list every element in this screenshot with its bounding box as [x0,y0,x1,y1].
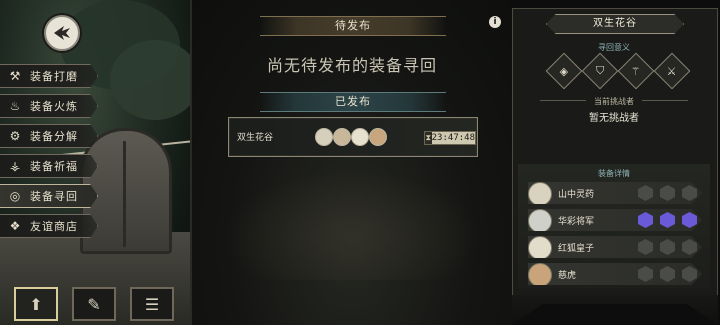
gear-row[interactable]: 红狐皇子 [528,236,702,258]
avatar [315,128,333,146]
avatar [528,182,552,204]
divider [642,100,688,101]
retrieve-center-panel: 待发布 尚无待发布的装备寻回 已发布 [190,0,512,325]
challenger-value: 暂无挑战者 [589,113,639,124]
gear-hero-name: 山中灵药 [558,190,595,200]
pending-empty-text: 尚无待发布的装备寻回 [266,56,437,75]
gear-slot [638,239,653,255]
gear-slot [660,266,675,282]
avatar [528,236,552,258]
upload-icon: ⬆ [29,294,43,314]
published-region-name: 双生花谷 [237,133,274,143]
background-figures [222,170,482,280]
gear-slot [682,266,697,282]
sidebar-item-forge[interactable]: ♨ 装备火炼 [0,94,98,118]
list-button[interactable]: ☰ [130,287,174,321]
back-button[interactable] [44,15,80,51]
sidebar-item-label: 友谊商店 [30,220,78,233]
gear-slot [638,266,653,282]
gear-slot [682,239,697,255]
sidebar-item-friendship-shop[interactable]: ❖ 友谊商店 [0,214,98,238]
pray-icon: ⚶ [9,159,21,173]
gear-slot [682,185,697,201]
gear-hero-name: 红狐皇子 [558,244,595,254]
timer-value: 23:47:48 [431,133,475,143]
avatar [528,209,552,231]
gear-hero-name: 华彩将军 [558,217,595,227]
sidebar-item-retrieve[interactable]: ◎ 装备寻回 [0,184,98,208]
gear-slot [682,212,697,228]
gear-slot [638,185,653,201]
gear-slot [638,212,653,228]
avatar [528,263,552,285]
sidebar-item-label: 装备祈福 [30,160,78,173]
sidebar-item-polish[interactable]: ⚒ 装备打磨 [0,64,98,88]
published-item-card[interactable]: 双生花谷 ⧗ 23:47:48 [228,117,478,157]
upload-button[interactable]: ⬆ [14,287,58,321]
sidebar-item-label: 装备火炼 [30,100,78,113]
gear-slot [660,212,675,228]
gear-label: 装备详情 [598,169,630,178]
avatar [369,128,387,146]
gear-slot [660,185,675,201]
foliage [110,40,190,120]
hammer-icon: ⚒ [9,69,21,83]
gear-row[interactable]: 山中灵药 [528,182,702,204]
sidebar-item-label: 装备寻回 [30,190,78,203]
sidebar-item-bless[interactable]: ⚶ 装备祈福 [0,154,98,178]
published-header: 已发布 [260,92,446,112]
avatar [333,128,351,146]
region-title: 双生花谷 [546,14,684,34]
flame-icon: ♨ [9,99,21,113]
gear-slot [660,239,675,255]
feather-button[interactable]: ✎ [72,287,116,321]
sidebar-menu: ⚒ 装备打磨 ♨ 装备火炼 ⚙ 装备分解 ⚶ 装备祈福 ◎ 装备寻回 ❖ 友谊商… [0,64,98,244]
gear-row[interactable]: 慈虎 [528,263,702,285]
feather-icon: ✎ [87,294,101,314]
compass-icon: ◎ [9,189,21,203]
fox-icon: ❖ [9,219,21,233]
panel-bottom-frame [512,295,718,325]
info-icon[interactable]: i [489,16,501,28]
pending-header: 待发布 [260,16,446,36]
list-icon: ☰ [144,294,160,314]
sidebar-item-label: 装备打磨 [30,70,78,83]
countdown-timer: ⧗ 23:47:48 [424,131,476,145]
sidebar-item-label: 装备分解 [30,130,78,143]
avatar [351,128,369,146]
gear-row[interactable]: 华彩将军 [528,209,702,231]
effects-label: 寻回意义 [598,43,630,52]
challenger-label: 当前挑战者 [594,97,634,106]
gear-hero-name: 慈虎 [558,271,577,281]
gear-break-icon: ⚙ [9,129,21,143]
hourglass-icon: ⧗ [425,132,432,144]
sidebar-item-dismantle[interactable]: ⚙ 装备分解 [0,124,98,148]
back-arrow-icon [54,26,70,40]
